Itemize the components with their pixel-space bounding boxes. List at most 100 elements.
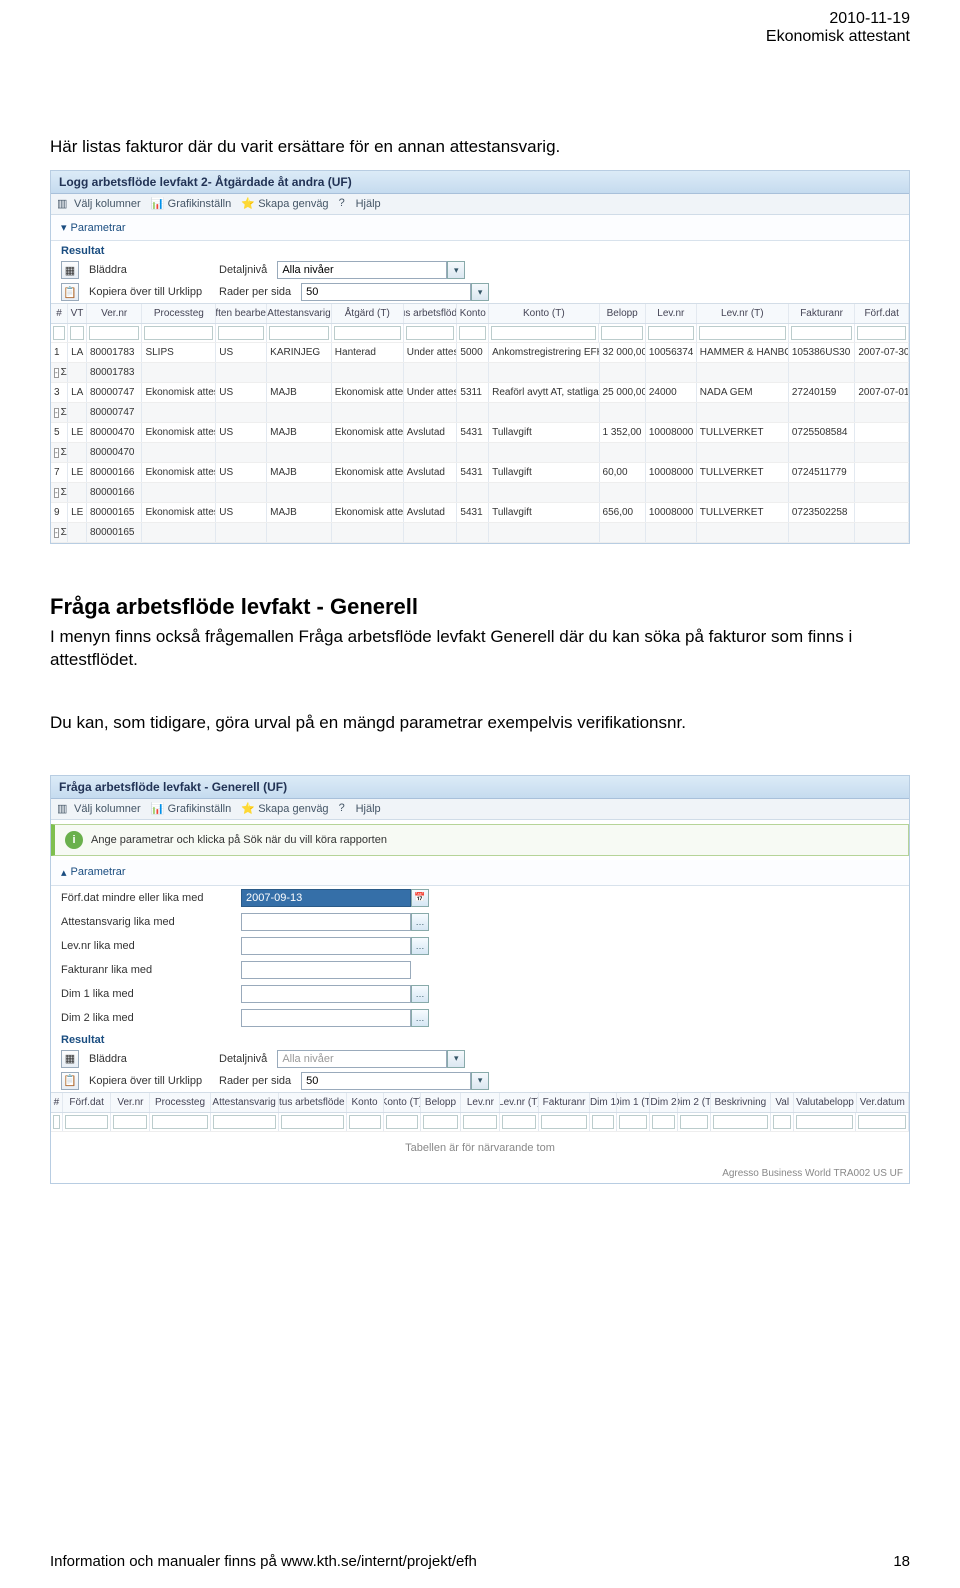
table-row[interactable]: 3LA80000747Ekonomisk attestUSMAJBEkonomi… (51, 383, 909, 403)
filter-input[interactable] (113, 1115, 147, 1129)
column-header[interactable]: Belopp (600, 304, 646, 323)
filter-input[interactable] (213, 1115, 276, 1129)
column-header[interactable]: Beskrivning (711, 1093, 771, 1112)
parameter-input[interactable] (241, 889, 411, 907)
filter-input[interactable] (858, 1115, 906, 1129)
help-button[interactable]: ?Hjälp (339, 197, 381, 211)
filter-input[interactable] (89, 326, 139, 340)
column-header[interactable]: Lev.nr (T) (500, 1093, 539, 1112)
filter-input[interactable] (144, 326, 213, 340)
filter-input[interactable] (423, 1115, 459, 1129)
column-header[interactable]: Processteg (142, 304, 216, 323)
parameter-input[interactable] (241, 985, 411, 1003)
table-row[interactable]: 9LE80000165Ekonomisk attestUSMAJBEkonomi… (51, 503, 909, 523)
choose-columns-button[interactable]: ▥Välj kolumner (57, 802, 141, 816)
column-header[interactable]: Status arbetsflöde (T) (279, 1093, 347, 1112)
browse-button[interactable]: ▦ (61, 1050, 79, 1068)
filter-input[interactable] (652, 1115, 674, 1129)
table-row[interactable]: -Σ180000470 (51, 443, 909, 463)
create-shortcut-button[interactable]: ⭐Skapa genväg (241, 197, 328, 211)
column-header[interactable]: # (51, 1093, 63, 1112)
column-header[interactable]: Konto (T) (384, 1093, 421, 1112)
parameter-input[interactable] (241, 913, 411, 931)
column-header[interactable]: Lev.nr (T) (697, 304, 789, 323)
rows-per-page-select[interactable]: ▾ (301, 283, 489, 301)
collapse-icon[interactable]: - (54, 528, 59, 538)
rows-per-page-input[interactable] (301, 283, 471, 301)
column-header[interactable]: Konto (457, 304, 489, 323)
filter-input[interactable] (349, 1115, 381, 1129)
lookup-icon[interactable]: … (411, 1009, 429, 1027)
column-header[interactable]: Ver.nr (87, 304, 142, 323)
filter-input[interactable] (857, 326, 906, 340)
filter-input[interactable] (699, 326, 786, 340)
filter-input[interactable] (269, 326, 329, 340)
detail-level-select[interactable]: ▾ (277, 261, 465, 279)
help-button[interactable]: ?Hjälp (339, 802, 381, 816)
collapse-icon[interactable]: - (54, 488, 59, 498)
table-row[interactable]: -Σ180000165 (51, 523, 909, 543)
column-header[interactable]: Lev.nr (646, 304, 697, 323)
filter-input[interactable] (406, 326, 455, 340)
chart-settings-button[interactable]: 📊Grafikinställn (151, 802, 232, 816)
lookup-icon[interactable]: … (411, 937, 429, 955)
rows-per-page-select[interactable]: ▾ (301, 1072, 489, 1090)
filter-input[interactable] (648, 326, 694, 340)
column-header[interactable]: Fakturanr (539, 1093, 590, 1112)
filter-input[interactable] (459, 326, 486, 340)
column-header[interactable]: Förf.dat (63, 1093, 112, 1112)
calendar-icon[interactable]: 📅 (411, 889, 429, 907)
filter-input[interactable] (541, 1115, 587, 1129)
table-row[interactable]: -Σ180000747 (51, 403, 909, 423)
column-header[interactable]: # (51, 304, 68, 323)
browse-button[interactable]: ▦ (61, 261, 79, 279)
column-header[interactable]: Förf.dat (855, 304, 909, 323)
column-header[interactable]: Ver.nr (111, 1093, 150, 1112)
lookup-icon[interactable]: … (411, 985, 429, 1003)
detail-level-input[interactable] (277, 1050, 447, 1068)
chevron-down-icon[interactable]: ▾ (447, 261, 465, 279)
collapse-icon[interactable]: - (54, 408, 59, 418)
filter-input[interactable] (592, 1115, 614, 1129)
column-header[interactable]: Dim 1 (590, 1093, 617, 1112)
rows-per-page-input[interactable] (301, 1072, 471, 1090)
detail-level-input[interactable] (277, 261, 447, 279)
column-header[interactable]: Fakturanr (789, 304, 855, 323)
column-header[interactable]: Processteg (150, 1093, 210, 1112)
table-row[interactable]: -Σ180001783 (51, 363, 909, 383)
parameters-header[interactable]: ▴ Parametrar (51, 860, 909, 886)
filter-input[interactable] (281, 1115, 344, 1129)
filter-input[interactable] (70, 326, 84, 340)
column-header[interactable]: Val (771, 1093, 794, 1112)
parameter-input[interactable] (241, 937, 411, 955)
filter-input[interactable] (218, 326, 264, 340)
chevron-down-icon[interactable]: ▾ (447, 1050, 465, 1068)
detail-level-select[interactable]: ▾ (277, 1050, 465, 1068)
filter-input[interactable] (491, 326, 597, 340)
column-header[interactable]: Status arbetsflöde (T) (404, 304, 458, 323)
collapse-icon[interactable]: - (54, 368, 59, 378)
filter-input[interactable] (619, 1115, 647, 1129)
parameter-input[interactable] (241, 961, 411, 979)
table-row[interactable]: 1LA80001783SLIPSUSKARINJEGHanteradUnder … (51, 343, 909, 363)
chevron-down-icon[interactable]: ▾ (471, 1072, 489, 1090)
table-row[interactable]: 5LE80000470Ekonomisk attestUSMAJBEkonomi… (51, 423, 909, 443)
chevron-down-icon[interactable]: ▾ (471, 283, 489, 301)
filter-input[interactable] (65, 1115, 109, 1129)
copy-clipboard-button[interactable]: 📋 (61, 283, 79, 301)
filter-input[interactable] (680, 1115, 708, 1129)
table-row[interactable]: -Σ180000166 (51, 483, 909, 503)
column-header[interactable]: Konto (347, 1093, 384, 1112)
filter-input[interactable] (334, 326, 401, 340)
column-header[interactable]: Attestansvarig (267, 304, 332, 323)
column-header[interactable]: Lev.nr (461, 1093, 500, 1112)
filter-input[interactable] (796, 1115, 853, 1129)
filter-input[interactable] (502, 1115, 536, 1129)
filter-input[interactable] (773, 1115, 791, 1129)
filter-input[interactable] (791, 326, 853, 340)
lookup-icon[interactable]: … (411, 913, 429, 931)
column-header[interactable]: Dim 1 (T) (617, 1093, 650, 1112)
parameter-input[interactable] (241, 1009, 411, 1027)
column-header[interactable]: Uppgiften bearbetad av (216, 304, 267, 323)
choose-columns-button[interactable]: ▥Välj kolumner (57, 197, 141, 211)
